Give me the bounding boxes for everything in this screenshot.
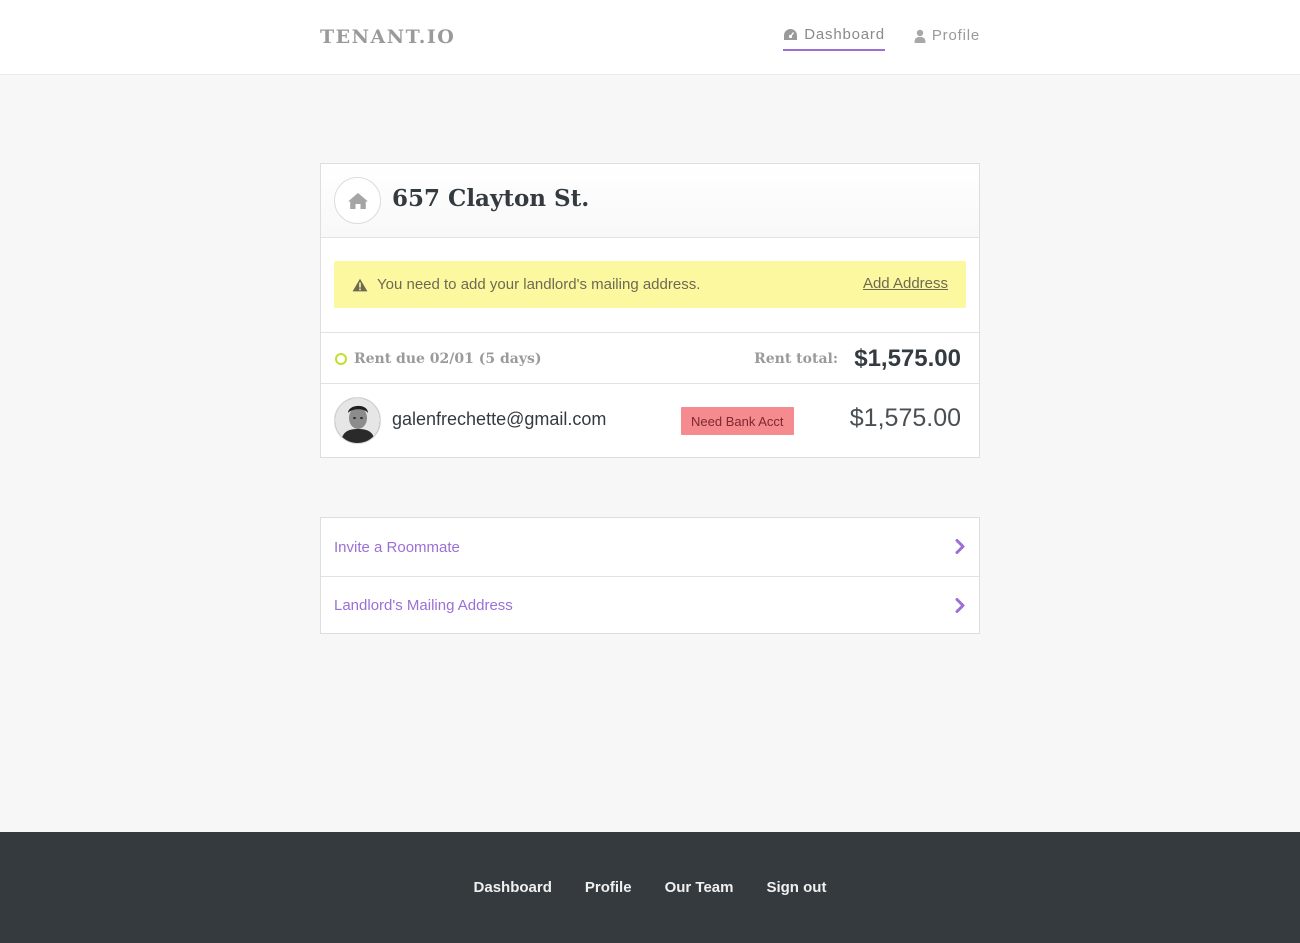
rent-total-value: $1,575.00 (854, 345, 961, 372)
warning-triangle-icon (352, 278, 368, 292)
status-badge: Need Bank Acct (681, 407, 794, 435)
invite-roommate-link[interactable]: Invite a Roommate (321, 518, 979, 576)
footer-link-dashboard[interactable]: Dashboard (474, 879, 552, 896)
brand-logo[interactable]: TENANT.IO (320, 26, 455, 48)
tenant-row: galenfrechette@gmail.com Need Bank Acct … (321, 384, 979, 457)
property-card: 657 Clayton St. You need to add your lan… (320, 163, 980, 458)
nav-dashboard-label: Dashboard (804, 26, 885, 43)
avatar (334, 397, 381, 444)
add-address-link[interactable]: Add Address (863, 275, 948, 292)
rent-summary-row: Rent due 02/01 (5 days) Rent total: $1,5… (321, 332, 979, 384)
footer-link-our-team[interactable]: Our Team (665, 879, 734, 896)
property-address: 657 Clayton St. (392, 185, 590, 212)
rent-due-text: Rent due 02/01 (5 days) (354, 351, 542, 367)
circle-outline-icon (335, 353, 347, 365)
alert-banner: You need to add your landlord's mailing … (334, 261, 966, 308)
rent-total-label: Rent total: (754, 351, 838, 367)
tenant-email: galenfrechette@gmail.com (392, 409, 607, 429)
footer-link-profile[interactable]: Profile (585, 879, 632, 896)
user-icon (914, 29, 926, 43)
main-nav: Dashboard Profile (783, 26, 980, 51)
action-links: Invite a Roommate Landlord's Mailing Add… (320, 517, 980, 634)
site-footer: Dashboard Profile Our Team Sign out (0, 832, 1300, 943)
nav-dashboard[interactable]: Dashboard (783, 26, 885, 51)
nav-profile[interactable]: Profile (914, 26, 980, 51)
dashboard-gauge-icon (783, 28, 798, 42)
chevron-right-icon (955, 598, 965, 613)
landlord-address-link[interactable]: Landlord's Mailing Address (321, 576, 979, 634)
tenant-amount: $1,575.00 (849, 404, 961, 432)
property-header: 657 Clayton St. (321, 164, 979, 238)
nav-profile-label: Profile (931, 27, 980, 44)
top-navbar: TENANT.IO Dashboard Profile (0, 0, 1300, 75)
home-icon (334, 177, 381, 224)
footer-nav: Dashboard Profile Our Team Sign out (0, 879, 1300, 896)
chevron-right-icon (955, 539, 965, 554)
alert-message: You need to add your landlord's mailing … (377, 276, 701, 293)
invite-roommate-label: Invite a Roommate (334, 538, 460, 556)
landlord-address-label: Landlord's Mailing Address (334, 597, 513, 614)
footer-link-sign-out[interactable]: Sign out (766, 879, 826, 896)
